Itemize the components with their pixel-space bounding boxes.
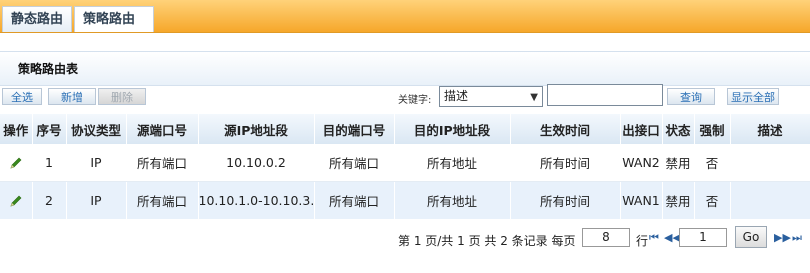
table-row: 2 IP 所有端口 10.10.1.0-10.10.3.0 所有端口 所有地址 … [0,181,810,219]
edit-cell [0,144,33,182]
col-header-index: 序号 [32,114,67,144]
cell-src-ip: 10.10.1.0-10.10.3.0 [198,181,315,219]
tab-policy-route[interactable]: 策略路由 [74,6,154,32]
edit-pencil-icon[interactable] [9,194,23,208]
cell-dst-port: 所有端口 [314,181,395,219]
col-header-action: 操作 [0,114,33,144]
col-header-protocol: 协议类型 [66,114,127,144]
cell-dst-ip: 所有地址 [394,144,511,182]
col-header-effective-time: 生效时间 [510,114,621,144]
cell-src-ip: 10.10.0.2 [198,144,315,182]
col-header-status: 状态 [662,114,695,144]
cell-description [730,144,810,182]
cell-effective-time: 所有时间 [510,144,621,182]
cell-description [730,181,810,219]
cell-out-interface: WAN2 [620,144,663,182]
cell-index: 2 [32,181,67,219]
edit-pencil-icon[interactable] [9,156,23,170]
col-header-src-port: 源端口号 [126,114,199,144]
table-row: 1 IP 所有端口 10.10.0.2 所有端口 所有地址 所有时间 WAN2 … [0,144,810,182]
col-header-description: 描述 [730,114,810,144]
show-all-button[interactable]: 显示全部 [727,88,779,105]
per-page-input[interactable]: 8 [582,228,630,247]
keyword-input[interactable] [547,84,663,106]
cell-index: 1 [32,144,67,182]
top-tab-bar: 静态路由 策略路由 [0,0,810,33]
col-header-out-interface: 出接口 [620,114,663,144]
panel-title: 策略路由表 [18,62,79,76]
pagination: 第 1 页/共 1 页 共 2 条记录 每页 8 行 ⏮ ◀◀ 1 Go ▶▶ … [0,226,810,250]
col-header-dst-port: 目的端口号 [314,114,395,144]
policy-route-table: 操作 序号 协议类型 源端口号 源IP地址段 目的端口号 目的IP地址段 生效时… [0,114,810,219]
chevron-down-icon: ▼ [530,92,538,103]
cell-status: 禁用 [662,181,695,219]
col-header-dst-ip: 目的IP地址段 [394,114,511,144]
tab-static-route[interactable]: 静态路由 [2,6,72,32]
delete-button[interactable]: 删除 [98,88,146,105]
first-page-icon[interactable]: ⏮ [649,231,659,245]
cell-protocol: IP [66,181,127,219]
table-header-row: 操作 序号 协议类型 源端口号 源IP地址段 目的端口号 目的IP地址段 生效时… [0,114,810,144]
cell-status: 禁用 [662,144,695,182]
cell-force: 否 [694,144,731,182]
cell-src-port: 所有端口 [126,144,199,182]
cell-dst-port: 所有端口 [314,144,395,182]
page-summary: 第 1 页/共 1 页 共 2 条记录 每页 [398,234,576,248]
panel-header: 策略路由表 [0,51,810,86]
last-page-icon[interactable]: ⏭ [792,231,802,245]
cell-src-port: 所有端口 [126,181,199,219]
toolbar: 全选 新增 删除 关键字: 描述 ▼ 查询 显示全部 [0,84,810,108]
cell-protocol: IP [66,144,127,182]
keyword-select-value: 描述 [444,89,469,103]
add-button[interactable]: 新增 [48,88,96,105]
col-header-src-ip: 源IP地址段 [198,114,315,144]
cell-out-interface: WAN1 [620,181,663,219]
page-number-input[interactable]: 1 [679,228,727,247]
cell-effective-time: 所有时间 [510,181,621,219]
keyword-label: 关键字: [398,95,432,106]
search-button[interactable]: 查询 [667,88,715,105]
col-header-force: 强制 [694,114,731,144]
edit-cell [0,181,33,219]
row-label: 行 [636,234,649,248]
cell-force: 否 [694,181,731,219]
keyword-select[interactable]: 描述 ▼ [439,86,543,107]
select-all-button[interactable]: 全选 [2,88,42,105]
cell-dst-ip: 所有地址 [394,181,511,219]
next-page-icon[interactable]: ▶▶ [774,231,791,244]
go-button[interactable]: Go [735,226,767,248]
